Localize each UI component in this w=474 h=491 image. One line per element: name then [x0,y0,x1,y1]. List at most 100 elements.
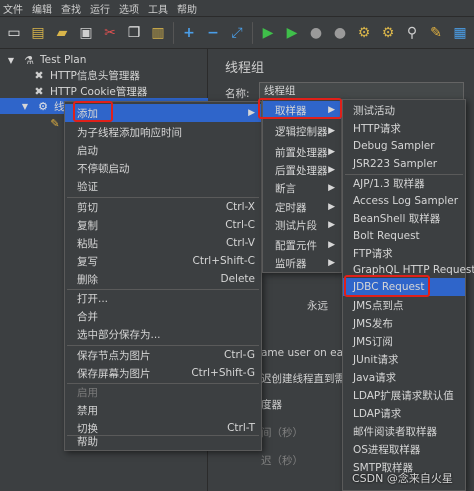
tree-node-test-plan[interactable]: ▼ ⚗ Test Plan [4,52,86,68]
sampler-test-action[interactable]: 测试活动 [343,101,465,119]
startup-delay-label: 迟（秒） [261,455,303,467]
menu-item-duplicate[interactable]: 复写 Ctrl+Shift-C [65,252,261,270]
tree-node-header-manager[interactable]: ✖ HTTP信息头管理器 [32,67,139,83]
sampler-junit[interactable]: JUnit请求 [343,350,465,368]
submenu-item-sampler[interactable]: 取样器 ▶ [263,101,341,119]
sampler-ldap-extended[interactable]: LDAP扩展请求默认值 [343,386,465,404]
submenu-arrow-icon: ▶ [248,108,255,118]
collapse-icon[interactable]: − [203,23,223,43]
menu-item-merge[interactable]: 合并 [65,307,261,325]
toolbar-separator [252,21,253,44]
submenu-item-logic-controller[interactable]: 逻辑控制器 ▶ [263,122,341,140]
expand-arrow-icon[interactable]: ▼ [4,53,18,67]
clear-all-icon[interactable]: ⚙ [378,23,398,43]
infinite-checkbox-label[interactable]: 永远 [307,298,328,313]
submenu-arrow-icon: ▶ [328,147,335,157]
submenu-arrow-icon: ▶ [328,126,335,136]
name-field[interactable]: 线程组 [259,82,464,100]
menu-options[interactable]: 选项 [116,1,145,16]
function-helper-icon[interactable]: ▦ [450,23,470,43]
submenu-item-test-fragment[interactable]: 测试片段 ▶ [263,216,341,234]
start-icon[interactable]: ▶ [258,23,278,43]
scheduler-label[interactable]: 度器 [261,397,282,412]
search-icon[interactable]: ⚲ [402,23,422,43]
new-icon[interactable]: ▭ [4,23,24,43]
copy-icon[interactable]: ❐ [124,23,144,43]
sampler-ftp[interactable]: FTP请求 [343,244,465,262]
menu-item-copy[interactable]: 复制 Ctrl-C [65,216,261,234]
sampler-access-log[interactable]: Access Log Sampler [343,192,465,210]
test-plan-icon: ⚗ [24,53,34,67]
menu-item-add-response-time[interactable]: 为子线程添加响应时间 [65,123,261,141]
sampler-beanshell[interactable]: BeanShell 取样器 [343,209,465,227]
delay-thread-label[interactable]: 迟创建线程直到需 [261,371,345,386]
sampler-ajp[interactable]: AJP/1.3 取样器 [343,174,465,192]
templates-icon[interactable]: ▤ [28,23,48,43]
submenu-item-timer[interactable]: 定时器 ▶ [263,198,341,216]
submenu-item-pre-processor[interactable]: 前置处理器 ▶ [263,143,341,161]
sampler-os-process[interactable]: OS进程取样器 [343,440,465,458]
stop-icon[interactable]: ● [306,23,326,43]
menu-item-save-node-image[interactable]: 保存节点为图片 Ctrl-G [65,346,261,364]
menu-item-disable[interactable]: 禁用 [65,401,261,419]
sampler-jms-subscriber[interactable]: JMS订阅 [343,332,465,350]
menu-search[interactable]: 查找 [58,1,87,16]
menu-edit[interactable]: 编辑 [29,1,58,16]
clear-icon[interactable]: ⚙ [354,23,374,43]
sampler-jdbc-request[interactable]: JDBC Request [343,278,465,296]
submenu-arrow-icon: ▶ [328,183,335,193]
gear-icon: ⚙ [38,99,48,113]
submenu-item-post-processor[interactable]: 后置处理器 ▶ [263,161,341,179]
submenu-arrow-icon: ▶ [328,220,335,230]
tree-node-cookie-manager[interactable]: ✖ HTTP Cookie管理器 [32,83,147,99]
pen-icon: ✎ [50,116,60,130]
expand-icon[interactable]: + [179,23,199,43]
sampler-jms-publisher[interactable]: JMS发布 [343,314,465,332]
menu-help[interactable]: 帮助 [174,1,203,16]
toolbar-separator [173,21,174,44]
sampler-jms-p2p[interactable]: JMS点到点 [343,296,465,314]
menu-item-save-screen-image[interactable]: 保存屏幕为图片 Ctrl+Shift-G [65,364,261,382]
menu-run[interactable]: 运行 [87,1,116,16]
toolbar: ▭ ▤ ▰ ▣ ✂ ❐ ▥ + − ⤢ ▶ ▶ ● ● ⚙ ⚙ ⚲ ✎ ▦ [0,17,474,49]
menu-item-start-no-pause[interactable]: 不停顿启动 [65,159,261,177]
sampler-graphql[interactable]: GraphQL HTTP Request [343,261,474,279]
sampler-http-request[interactable]: HTTP请求 [343,119,465,137]
submenu-arrow-icon: ▶ [328,105,335,115]
menu-item-validate[interactable]: 验证 [65,177,261,195]
menu-item-open[interactable]: 打开... [65,289,261,307]
menu-item-enable: 启用 [77,386,98,399]
sampler-debug[interactable]: Debug Sampler [343,137,465,155]
add-submenu: 取样器 ▶ 逻辑控制器 ▶ 前置处理器 ▶ 后置处理器 ▶ 断言 ▶ 定时器 ▶… [262,99,342,273]
reset-search-icon[interactable]: ✎ [426,23,446,43]
save-icon[interactable]: ▣ [76,23,96,43]
menu-file[interactable]: 文件 [0,1,29,16]
submenu-item-assertion[interactable]: 断言 ▶ [263,179,341,197]
submenu-arrow-icon: ▶ [328,202,335,212]
cut-icon[interactable]: ✂ [100,23,120,43]
duration-label: 间（秒） [261,427,303,439]
menu-item-cut[interactable]: 剪切 Ctrl-X [65,198,261,216]
submenu-item-listener[interactable]: 监听器 ▶ [263,254,341,272]
menu-item-paste[interactable]: 粘贴 Ctrl-V [65,234,261,252]
shutdown-icon[interactable]: ● [330,23,350,43]
submenu-arrow-icon: ▶ [328,240,335,250]
menu-tools[interactable]: 工具 [145,1,174,16]
sampler-java[interactable]: Java请求 [343,368,465,386]
paste-icon[interactable]: ▥ [148,23,168,43]
sampler-mail-reader[interactable]: 邮件阅读者取样器 [343,422,465,440]
open-icon[interactable]: ▰ [52,23,72,43]
sampler-ldap[interactable]: LDAP请求 [343,404,465,422]
menu-item-add[interactable]: 添加 ▶ [65,104,261,122]
context-menu: 添加 ▶ 为子线程添加响应时间 启动 不停顿启动 验证 剪切 Ctrl-X 复制… [64,101,262,451]
submenu-item-config-element[interactable]: 配置元件 ▶ [263,236,341,254]
sampler-jsr223[interactable]: JSR223 Sampler [343,155,465,173]
expand-arrow-icon[interactable]: ▼ [18,99,32,113]
toggle-icon[interactable]: ⤢ [227,23,247,43]
menu-item-start[interactable]: 启动 [65,141,261,159]
sampler-bolt[interactable]: Bolt Request [343,227,465,245]
start-no-pause-icon[interactable]: ▶ [282,23,302,43]
menu-item-delete[interactable]: 删除 Delete [65,270,261,288]
menu-item-help[interactable]: 帮助 [65,433,261,450]
menu-item-save-selection-as[interactable]: 选中部分保存为... [65,325,261,343]
